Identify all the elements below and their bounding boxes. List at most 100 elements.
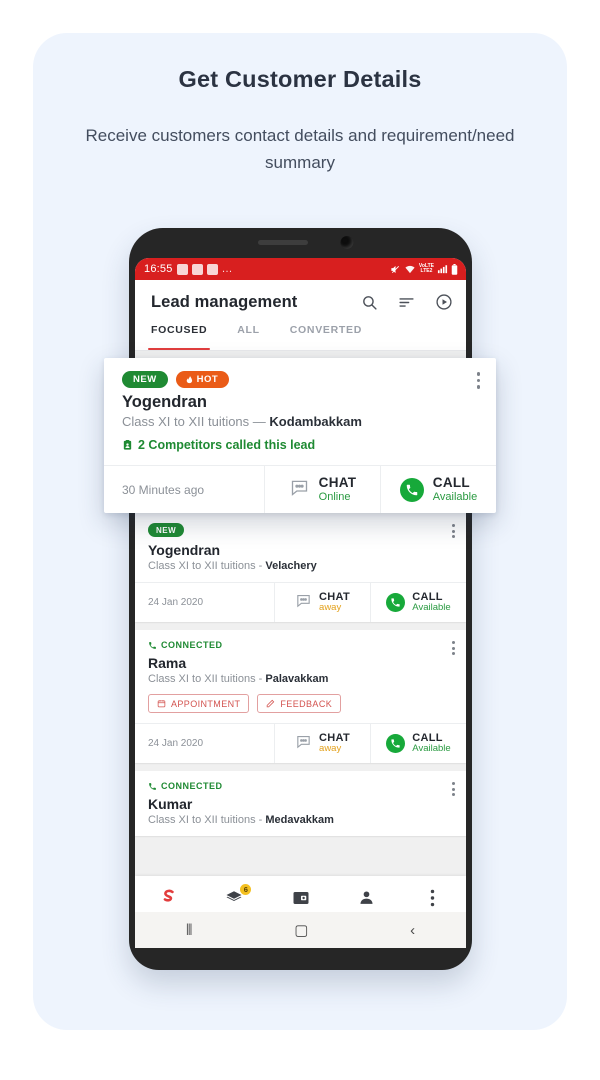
battery-icon: [451, 263, 458, 275]
chat-button[interactable]: CHAT away: [274, 583, 370, 622]
call-label: CALL: [432, 475, 470, 491]
status-right-icons: VoLTE LTE2: [390, 263, 458, 275]
hot-badge: HOT: [175, 371, 230, 388]
status-badge: NEW: [148, 523, 185, 537]
lead-location: Medavakkam: [265, 814, 334, 826]
call-label-group: CALL Available: [433, 475, 477, 503]
lead-name: Kumar: [148, 796, 193, 812]
highlighted-lead-location: Kodambakkam: [269, 414, 362, 429]
lead-time: 24 Jan 2020: [148, 738, 204, 749]
leads-badge: 6: [239, 882, 253, 896]
status-time: 16:55: [144, 263, 173, 275]
app-icon: [191, 263, 203, 275]
requirement-separator: —: [252, 414, 266, 429]
lead-requirement: Class XI to XII tuitions - Velachery: [148, 560, 453, 572]
highlighted-lead-name: Yogendran: [122, 393, 207, 411]
lead-card-body: NEW Yogendran Class XI to XII tuitions -…: [135, 513, 466, 582]
hot-badge-label: HOT: [196, 374, 219, 385]
chat-icon: [295, 592, 312, 614]
chat-label: CHAT: [318, 475, 357, 491]
chat-icon: [289, 477, 310, 503]
lead-requirement: Class XI to XII tuitions - Medavakkam: [148, 814, 453, 826]
card-menu-icon[interactable]: [452, 782, 455, 799]
lead-card-footer: 24 Jan 2020 CHAT away CALL Available: [135, 723, 466, 763]
pencil-icon: [267, 699, 275, 708]
app-title: Lead management: [151, 292, 298, 311]
call-status: Available: [432, 490, 478, 503]
page-root: Get Customer Details Receive customers c…: [0, 0, 600, 1080]
highlighted-lead-card[interactable]: NEW HOT Yogendran Class XI to XII tuitio…: [104, 358, 496, 513]
call-icon: [399, 477, 424, 502]
call-button[interactable]: CALL Available: [370, 583, 466, 622]
competitors-note: 2 Competitors called this lead: [122, 438, 480, 452]
lead-card[interactable]: CONNECTED Kumar Class XI to XII tuitions…: [135, 771, 466, 836]
status-badge-label: CONNECTED: [161, 640, 223, 650]
lead-card[interactable]: CONNECTED Rama Class XI to XII tuitions …: [135, 630, 466, 763]
chat-status: Online: [318, 490, 351, 503]
requirement-text: Class XI to XII tuitions -: [148, 673, 263, 685]
chat-label-group: CHAT away: [319, 591, 350, 615]
status-badge: CONNECTED: [148, 640, 223, 650]
appointment-chip-label: APPOINTMENT: [171, 698, 241, 709]
home-logo-icon: [159, 888, 178, 908]
volte-icon: VoLTE LTE2: [418, 263, 434, 274]
highlighted-card-body: NEW HOT Yogendran Class XI to XII tuitio…: [104, 358, 496, 465]
call-label-group: CALL Available: [412, 732, 450, 756]
clipboard-icon: [123, 439, 132, 450]
phone-small-icon: [149, 641, 156, 649]
lead-card-footer: 24 Jan 2020 CHAT away CALL Available: [135, 582, 466, 622]
leads-icon: 6: [224, 882, 253, 908]
feedback-chip-label: FEEDBACK: [280, 698, 333, 709]
appointment-chip[interactable]: APPOINTMENT: [148, 694, 250, 713]
highlighted-call-button[interactable]: CALL Available: [380, 466, 496, 513]
chat-label-group: CHAT Online: [319, 475, 357, 503]
tab-converted[interactable]: CONVERTED: [290, 324, 362, 350]
badge-row: NEW HOT: [122, 371, 480, 388]
more-icon: [430, 888, 435, 908]
flame-icon: [186, 375, 192, 384]
highlighted-card-footer: 30 Minutes ago CHAT Online CALL Availabl…: [104, 465, 496, 513]
tab-bar: FOCUSED ALL CONVERTED: [135, 324, 466, 350]
phone-mockup: 16:55 … VoLTE LTE2 Lead management FOCUS…: [129, 228, 472, 970]
play-icon[interactable]: [435, 293, 453, 311]
calendar-icon: [157, 700, 166, 708]
android-nav-bar: ⦀ ▢ ‹: [135, 912, 466, 948]
tab-focused[interactable]: FOCUSED: [147, 324, 211, 350]
chat-button[interactable]: CHAT away: [274, 724, 370, 763]
tab-all[interactable]: ALL: [237, 324, 260, 350]
badge-row: NEW: [148, 523, 453, 537]
card-menu-icon[interactable]: [452, 641, 455, 658]
lead-location: Palavakkam: [265, 673, 329, 685]
chat-status: away: [319, 743, 342, 755]
profile-icon: [358, 888, 375, 908]
message-icon: [206, 263, 218, 275]
call-button[interactable]: CALL Available: [370, 724, 466, 763]
mute-icon: [390, 264, 401, 275]
highlighted-lead-time: 30 Minutes ago: [122, 482, 205, 497]
status-badge-label: CONNECTED: [161, 781, 223, 791]
call-icon: [386, 734, 406, 753]
filter-icon[interactable]: [398, 294, 415, 311]
home-button[interactable]: ▢: [294, 923, 308, 938]
lead-card-body: CONNECTED Kumar Class XI to XII tuitions…: [135, 771, 466, 836]
recents-button[interactable]: ⦀: [186, 923, 193, 938]
action-chip-bar: APPOINTMENT FEEDBACK: [148, 694, 453, 713]
front-camera: [340, 236, 353, 249]
search-icon[interactable]: [361, 294, 378, 311]
highlighted-chat-button[interactable]: CHAT Online: [264, 466, 380, 513]
call-icon: [386, 593, 406, 612]
card-menu-icon[interactable]: [476, 372, 480, 392]
wifi-icon: [404, 264, 416, 275]
back-button[interactable]: ‹: [410, 923, 415, 938]
badge-row: CONNECTED: [148, 640, 453, 650]
card-menu-icon[interactable]: [452, 524, 455, 541]
requirement-text: Class XI to XII tuitions -: [148, 814, 263, 826]
call-status: Available: [412, 743, 451, 755]
chat-label-group: CHAT away: [319, 732, 350, 756]
lead-card[interactable]: NEW Yogendran Class XI to XII tuitions -…: [135, 513, 466, 622]
photo-icon: [176, 263, 188, 275]
feedback-chip[interactable]: FEEDBACK: [257, 694, 342, 713]
call-label-group: CALL Available: [412, 591, 450, 615]
page-title: Get Customer Details: [178, 66, 422, 92]
signal-icon: [437, 264, 448, 274]
